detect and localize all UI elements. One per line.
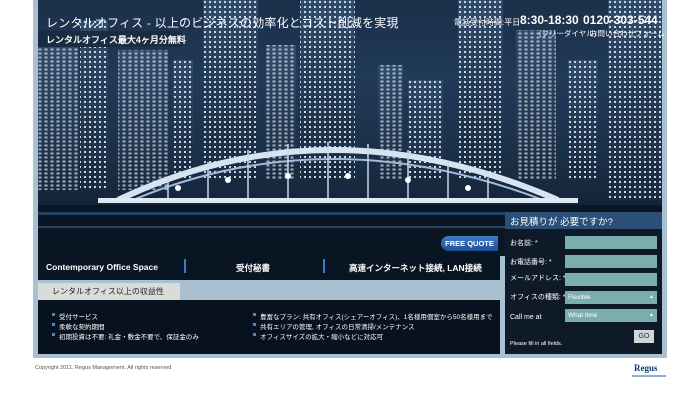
- benefits-title: レンタルオフィス以上の収益性: [52, 287, 164, 296]
- phone-number[interactable]: 0120-303-544: [583, 13, 658, 27]
- benefit-item: 共有エリアの管理, オフィスの日常清掃/メンテナンス: [253, 321, 415, 331]
- copyright: Copyright 2011. Regus Management. All ri…: [35, 365, 172, 371]
- call-time-value: What time: [568, 312, 598, 319]
- quote-form-title: お見積りが 必要ですか?: [510, 217, 613, 228]
- logo-underline: [632, 375, 666, 377]
- contact-form-link[interactable]: お問い合わせフォーム: [590, 28, 665, 39]
- call-me-label: Call me at: [510, 314, 542, 321]
- form-note: Please fill in all fields.: [510, 341, 563, 347]
- phone-hours-label: 電話受付時間:平日: [454, 18, 521, 27]
- nav-separator: [184, 259, 186, 273]
- benefit-item: 柔軟な契約期間: [52, 321, 105, 331]
- nav-separator: [323, 259, 325, 273]
- benefit-item: オフィスサイズの拡大・縮小などに対応可: [253, 331, 383, 341]
- name-label: お名前: *: [510, 240, 538, 247]
- call-time-select[interactable]: What time ▲: [565, 309, 657, 322]
- page-title: レンタルオフィス - 以上のビジネスの効率化とコスト削減を実現: [46, 16, 399, 30]
- benefit-item: 初期投資は不要: 礼金・敷金不要で、保証金のみ: [52, 331, 199, 341]
- nav-item-internet[interactable]: 高速インターネット接続, LAN接続: [349, 262, 482, 274]
- nav-item-reception[interactable]: 受付秘書: [236, 262, 270, 274]
- promo-text: レンタルオフィス最大4ヶ月分無料: [46, 35, 186, 45]
- nav-item-office-space[interactable]: Contemporary Office Space: [46, 262, 158, 272]
- regus-logo[interactable]: Regus: [634, 363, 658, 373]
- select-arrows-icon: ▲: [649, 294, 654, 300]
- phone-input[interactable]: [565, 255, 657, 268]
- benefit-item: 受付サービス: [52, 311, 98, 321]
- benefit-item: 豊富なプラン: 共有オフィス(シェアーオフィス)、1名様用個室から50名様用まで: [253, 311, 493, 321]
- free-dial-note: (フリーダイヤル): [539, 29, 597, 38]
- go-button[interactable]: GO: [634, 330, 654, 343]
- name-input[interactable]: [565, 236, 657, 249]
- phone-label: お電話番号: *: [510, 259, 552, 266]
- office-type-value: Flexible: [568, 294, 591, 301]
- free-quote-button[interactable]: FREE QUOTE: [441, 236, 498, 251]
- select-arrows-icon: ▲: [649, 312, 654, 318]
- phone-hours: 8:30-18:30: [520, 13, 579, 27]
- office-type-label: オフィスの種類: *: [510, 294, 566, 301]
- office-type-select[interactable]: Flexible ▲: [565, 291, 657, 304]
- email-label: メールアドレス: *: [510, 275, 566, 282]
- email-input[interactable]: [565, 273, 657, 286]
